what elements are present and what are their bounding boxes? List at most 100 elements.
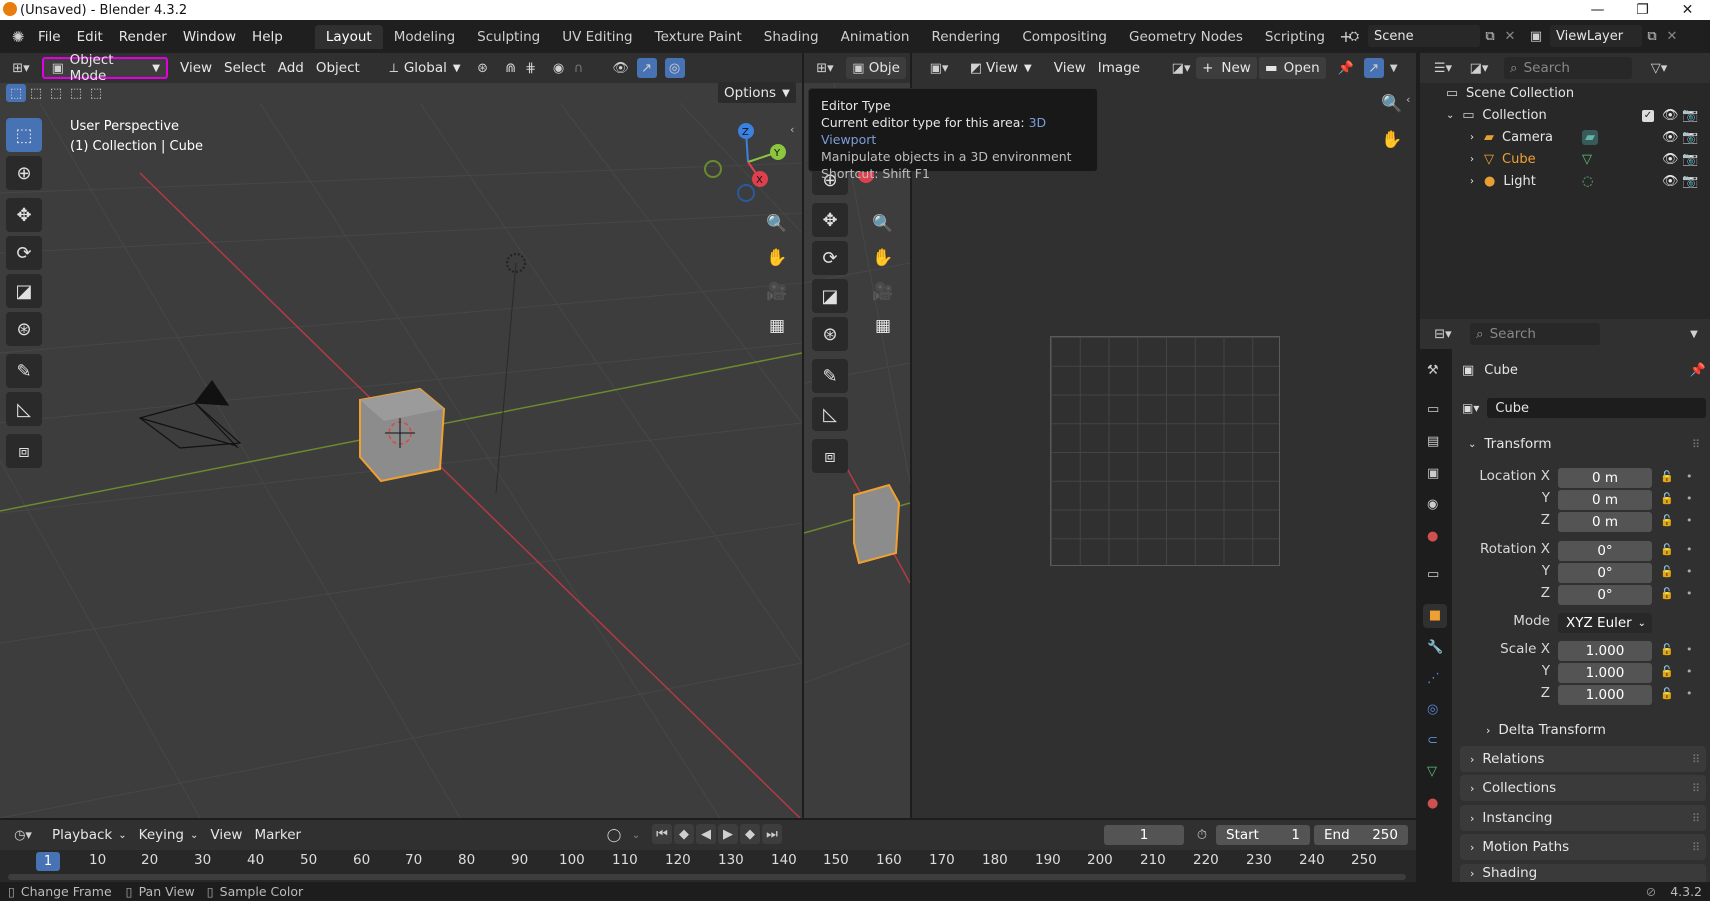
jump-keyframe-forward-icon[interactable]: ◆ <box>740 824 760 844</box>
image-editor-canvas[interactable]: 🔍 ✋ ‹ <box>912 83 1416 818</box>
ortho-grid-icon[interactable]: ▦ <box>762 311 792 341</box>
keying-set-icon[interactable]: ⌄ <box>626 825 646 845</box>
zoom-icon[interactable]: 🔍 <box>1377 89 1407 119</box>
lock-icon[interactable]: 🔓 <box>1660 687 1674 700</box>
scale-y-field[interactable]: 1.000 <box>1558 663 1652 683</box>
lock-icon[interactable]: 🔓 <box>1660 492 1674 505</box>
blender-menu-icon[interactable]: ✺ <box>6 27 30 47</box>
collections-panel[interactable]: › Collections ⠿ <box>1460 775 1706 801</box>
measure-tool[interactable]: ◺ <box>6 392 42 426</box>
keyframe-dot-icon[interactable]: • <box>1686 492 1693 505</box>
scale-tool[interactable]: ◪ <box>812 279 848 313</box>
zoom-icon[interactable]: 🔍 <box>762 209 792 239</box>
eye-icon[interactable]: 👁 <box>1662 174 1679 189</box>
scene-name-field[interactable]: Scene <box>1368 25 1480 47</box>
outliner-item-cube[interactable]: › ▽ Cube ▽ 👁 📷 <box>1420 149 1698 170</box>
expand-arrow-icon[interactable]: ⌄ <box>1446 110 1454 121</box>
menu-file[interactable]: File <box>30 29 69 45</box>
expand-arrow-icon[interactable]: › <box>1470 176 1474 187</box>
menu-marker[interactable]: Marker <box>248 824 307 846</box>
tab-animation[interactable]: Animation <box>830 25 921 49</box>
editor-type-icon[interactable]: ☰▾ <box>1428 58 1458 78</box>
rotation-x-field[interactable]: 0° <box>1558 541 1652 561</box>
keyframe-dot-icon[interactable]: • <box>1686 470 1693 483</box>
playhead-frame-marker[interactable]: 1 <box>36 852 60 871</box>
object-browse-icon[interactable]: ▣▾ <box>1462 401 1479 415</box>
keyframe-dot-icon[interactable]: • <box>1686 565 1693 578</box>
keyframe-dot-icon[interactable]: • <box>1686 587 1693 600</box>
object-mode-dropdown[interactable]: ▣ Object Mode ▼ <box>42 52 168 84</box>
select-extend-icon[interactable]: ⬚ <box>26 83 46 103</box>
pin-icon[interactable]: 📌 <box>1690 363 1706 378</box>
scene-collection-row[interactable]: ▭ Scene Collection <box>1420 83 1688 104</box>
timeline-scrollbar[interactable] <box>8 874 1406 880</box>
transform-panel-header[interactable]: ⌄ Transform ⠿ <box>1460 431 1706 457</box>
scene-tab-icon[interactable]: ◉ <box>1427 497 1438 512</box>
playback-menu[interactable]: Playback ⌄ <box>46 824 133 846</box>
display-mode-icon[interactable]: ◪▾ <box>1464 58 1494 78</box>
current-frame-field[interactable]: 1 <box>1104 825 1184 845</box>
rotation-z-field[interactable]: 0° <box>1558 585 1652 605</box>
camera-data-icon[interactable]: ▰ <box>1582 130 1598 145</box>
auto-keying-icon[interactable]: ◯ <box>604 825 624 845</box>
outliner-item-light[interactable]: › ● Light ◌ 👁 📷 <box>1420 171 1698 192</box>
menu-view[interactable]: View <box>174 57 218 79</box>
tab-shading[interactable]: Shading <box>753 25 830 49</box>
location-z-field[interactable]: 0 m <box>1558 512 1652 532</box>
new-image-button[interactable]: + New <box>1196 57 1257 79</box>
jump-keyframe-back-icon[interactable]: ◆ <box>674 824 694 844</box>
shading-panel[interactable]: › Shading <box>1460 864 1706 882</box>
select-box-tool[interactable]: ⬚ <box>6 118 42 152</box>
lock-icon[interactable]: 🔓 <box>1660 643 1674 656</box>
move-tool[interactable]: ✥ <box>812 203 848 237</box>
camera-view-icon[interactable]: 🎥 <box>762 277 792 307</box>
motion-paths-panel[interactable]: › Motion Paths ⠿ <box>1460 834 1706 860</box>
timeline-body[interactable]: 1 10 20 30 40 50 60 70 80 90 100 110 120… <box>0 850 1416 882</box>
object-tab-icon[interactable]: ■ <box>1423 604 1447 628</box>
tab-scripting[interactable]: Scripting <box>1254 25 1336 49</box>
scale-tool[interactable]: ◪ <box>6 274 42 308</box>
annotate-tool[interactable]: ✎ <box>812 359 848 393</box>
keyframe-dot-icon[interactable]: • <box>1686 687 1693 700</box>
tab-layout[interactable]: Layout <box>314 24 383 49</box>
image-browse-icon[interactable]: ◪▾ <box>1166 58 1196 78</box>
properties-search-input[interactable]: ⌕ Search <box>1470 323 1600 345</box>
jump-end-icon[interactable]: ⏭ <box>762 824 782 844</box>
proportional-editing-icon[interactable]: ◉ <box>549 58 569 78</box>
pin-icon[interactable]: 📌 <box>1336 58 1356 78</box>
outliner-search-input[interactable]: ⌕ Search <box>1504 57 1632 79</box>
3d-viewport-2[interactable]: ⊕ ✥ ⟳ ◪ ⊛ ✎ ◺ ⧈ 🔍 ✋ 🎥 ▦ <box>804 83 910 818</box>
keyframe-dot-icon[interactable]: • <box>1686 543 1693 556</box>
pan-hand-icon[interactable]: ✋ <box>868 243 898 273</box>
tab-compositing[interactable]: Compositing <box>1011 25 1118 49</box>
view-layer-name-field[interactable]: ViewLayer <box>1550 25 1642 47</box>
drag-handle-icon[interactable]: ⠿ <box>1692 841 1700 854</box>
render-camera-icon[interactable]: 📷 <box>1682 130 1698 145</box>
render-camera-icon[interactable]: 📷 <box>1682 108 1698 123</box>
snap-icon[interactable]: ⋒ <box>501 58 521 78</box>
editor-type-icon[interactable]: ⊟▾ <box>1428 324 1458 344</box>
eye-icon[interactable]: 👁 <box>1662 130 1679 145</box>
gizmo-toggle-icon[interactable]: ↗ <box>636 58 657 78</box>
collection-tab-icon[interactable]: ▭ <box>1427 567 1439 582</box>
checkbox-icon[interactable]: ✓ <box>1642 109 1654 122</box>
tab-modeling[interactable]: Modeling <box>383 25 466 49</box>
menu-render[interactable]: Render <box>111 29 175 45</box>
scene-selector-icon[interactable]: ⛭ <box>1344 26 1364 46</box>
tab-texture-paint[interactable]: Texture Paint <box>644 25 753 49</box>
delete-view-layer-icon[interactable]: ✕ <box>1662 26 1682 46</box>
scale-z-field[interactable]: 1.000 <box>1558 685 1652 705</box>
rotation-mode-dropdown[interactable]: XYZ Euler ⌄ <box>1558 613 1652 633</box>
editor-type-icon[interactable]: ⊞▾ <box>6 58 36 78</box>
filter-icon[interactable]: ▽▾ <box>1644 58 1674 78</box>
play-icon[interactable]: ▶ <box>718 824 738 844</box>
pan-hand-icon[interactable]: ✋ <box>1377 125 1407 155</box>
constraints-tab-icon[interactable]: ⊂ <box>1427 733 1438 748</box>
chevron-down-icon[interactable]: ▼ <box>1684 324 1704 344</box>
menu-help[interactable]: Help <box>244 29 291 45</box>
lock-icon[interactable]: 🔓 <box>1660 565 1674 578</box>
add-cube-tool[interactable]: ⧈ <box>812 439 848 473</box>
pan-hand-icon[interactable]: ✋ <box>762 243 792 273</box>
lock-icon[interactable]: 🔓 <box>1660 514 1674 527</box>
measure-tool[interactable]: ◺ <box>812 397 848 431</box>
